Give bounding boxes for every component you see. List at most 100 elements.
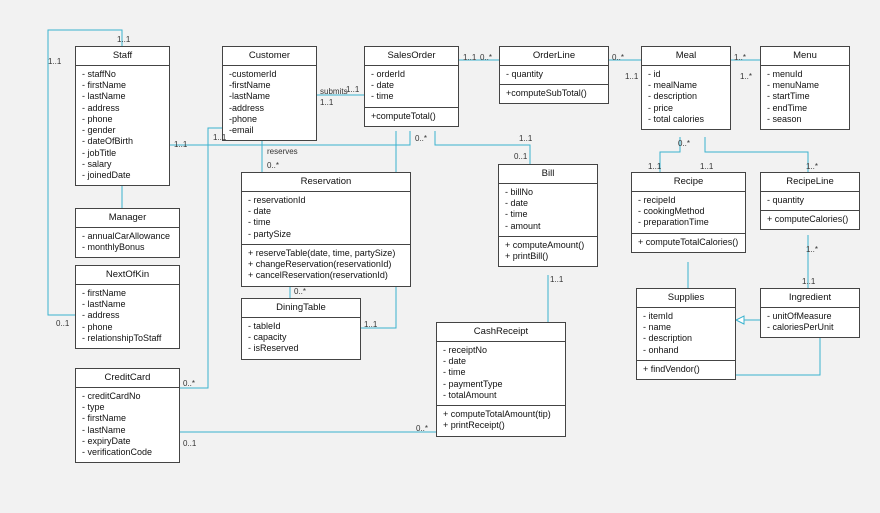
attr: - orderId xyxy=(371,69,452,80)
op: + computeTotalCalories() xyxy=(638,237,739,248)
class-attrs: - tableId- capacity- isReserved xyxy=(242,318,360,359)
class-staff: Staff- staffNo- firstName- lastName- add… xyxy=(75,46,170,186)
attr: -email xyxy=(229,125,310,136)
attr: - season xyxy=(767,114,843,125)
class-attrs: - staffNo- firstName- lastName- address-… xyxy=(76,66,169,186)
attr: - tableId xyxy=(248,321,354,332)
attr: - phone xyxy=(82,114,163,125)
attr: -address xyxy=(229,103,310,114)
attr: - onhand xyxy=(643,345,729,356)
assoc-label-l_res0n2: 0..* xyxy=(294,287,306,296)
class-title: DiningTable xyxy=(242,299,360,318)
class-meal: Meal- id- mealName- description- price- … xyxy=(641,46,731,130)
class-title: Recipe xyxy=(632,173,745,192)
assoc-label-l_staff11b: 1..1 xyxy=(48,57,61,66)
class-attrs: - recipeId- cookingMethod- preparationTi… xyxy=(632,192,745,234)
attr: - address xyxy=(82,310,173,321)
attr: - annualCarAllowance xyxy=(82,231,173,242)
class-title: NextOfKin xyxy=(76,266,179,285)
op: + findVendor() xyxy=(643,364,729,375)
attr: - expiryDate xyxy=(82,436,173,447)
attr: - partySize xyxy=(248,229,404,240)
attr: - reservationId xyxy=(248,195,404,206)
attr: - relationshipToStaff xyxy=(82,333,173,344)
assoc-label-l_kin01: 0..1 xyxy=(56,319,69,328)
assoc-label-l_staff_so11: 1..1 xyxy=(174,140,187,149)
attr: - address xyxy=(82,103,163,114)
class-title: SalesOrder xyxy=(365,47,458,66)
op: + reserveTable(date, time, partySize) xyxy=(248,248,404,259)
attr: -lastName xyxy=(229,91,310,102)
class-title: OrderLine xyxy=(500,47,608,66)
attr: - monthlyBonus xyxy=(82,242,173,253)
class-attrs: - unitOfMeasure- caloriesPerUnit xyxy=(761,308,859,338)
attr: - billNo xyxy=(505,187,591,198)
attr: - recipeId xyxy=(638,195,739,206)
class-title: Supplies xyxy=(637,289,735,308)
attr: - cookingMethod xyxy=(638,206,739,217)
class-attrs: - creditCardNo- type- firstName- lastNam… xyxy=(76,388,179,463)
assoc-label-l_menu1n: 1..* xyxy=(740,72,752,81)
attr: - creditCardNo xyxy=(82,391,173,402)
assoc-label-l_ol0n2: 0..* xyxy=(612,53,624,62)
class-attrs: - quantity xyxy=(761,192,859,211)
attr: - lastName xyxy=(82,299,173,310)
class-attrs: - billNo- date- time- amount xyxy=(499,184,597,237)
class-diningTable: DiningTable- tableId- capacity- isReserv… xyxy=(241,298,361,360)
class-ops: + computeCalories() xyxy=(761,211,859,229)
assoc-label-l_meal1n: 1..* xyxy=(734,53,746,62)
attr: - firstName xyxy=(82,80,163,91)
class-salesOrder: SalesOrder- orderId- date- time+computeT… xyxy=(364,46,459,127)
attr: - isReserved xyxy=(248,343,354,354)
assoc-label-l_so11b: 1..1 xyxy=(463,53,476,62)
assoc-label-l_cust11: 1..1 xyxy=(213,133,226,142)
assoc-label-l_so11c: 1..1 xyxy=(519,134,532,143)
attr: - totalAmount xyxy=(443,390,559,401)
attr: - phone xyxy=(82,322,173,333)
assoc-label-l_staff1: 1..1 xyxy=(117,35,130,44)
assoc-label-l_meal0n: 0..* xyxy=(678,139,690,148)
op: +computeSubTotal() xyxy=(506,88,602,99)
attr: - price xyxy=(648,103,724,114)
assoc-label-l_submits: submits xyxy=(320,87,348,96)
attr: - name xyxy=(643,322,729,333)
class-title: Staff xyxy=(76,47,169,66)
attr: - dateOfBirth xyxy=(82,136,163,147)
attr: - time xyxy=(505,209,591,220)
class-title: CreditCard xyxy=(76,369,179,388)
attr: - firstName xyxy=(82,413,173,424)
assoc-label-l_cust11b: 1..1 xyxy=(320,98,333,107)
assoc-label-l_so11: 1..1 xyxy=(346,85,359,94)
class-manager: Manager- annualCarAllowance- monthlyBonu… xyxy=(75,208,180,258)
attr: - staffNo xyxy=(82,69,163,80)
attr: - amount xyxy=(505,221,591,232)
class-title: Bill xyxy=(499,165,597,184)
class-title: RecipeLine xyxy=(761,173,859,192)
class-title: Reservation xyxy=(242,173,410,192)
attr: - joinedDate xyxy=(82,170,163,181)
attr: - jobTitle xyxy=(82,148,163,159)
op: + printReceipt() xyxy=(443,420,559,431)
class-ops: +computeTotal() xyxy=(365,108,458,126)
class-title: CashReceipt xyxy=(437,323,565,342)
attr: - firstName xyxy=(82,288,173,299)
class-ops: + findVendor() xyxy=(637,361,735,379)
assoc-label-l_ing11: 1..1 xyxy=(802,277,815,286)
attr: - startTime xyxy=(767,91,843,102)
attr: - caloriesPerUnit xyxy=(767,322,853,333)
attr: - lastName xyxy=(82,425,173,436)
attr: - capacity xyxy=(248,332,354,343)
attr: - date xyxy=(371,80,452,91)
assoc-label-l_cc0n: 0..* xyxy=(183,379,195,388)
attr: -customerId xyxy=(229,69,310,80)
class-attrs: - orderId- date- time xyxy=(365,66,458,108)
attr: - date xyxy=(443,356,559,367)
class-title: Customer xyxy=(223,47,316,66)
attr: - time xyxy=(371,91,452,102)
class-ops: + computeTotalAmount(tip)+ printReceipt(… xyxy=(437,406,565,436)
class-title: Ingredient xyxy=(761,289,859,308)
op: + computeAmount() xyxy=(505,240,591,251)
class-supplies: Supplies- itemId- name- description- onh… xyxy=(636,288,736,380)
class-cashReceipt: CashReceipt- receiptNo- date- time- paym… xyxy=(436,322,566,437)
class-recipeLine: RecipeLine- quantity+ computeCalories() xyxy=(760,172,860,230)
